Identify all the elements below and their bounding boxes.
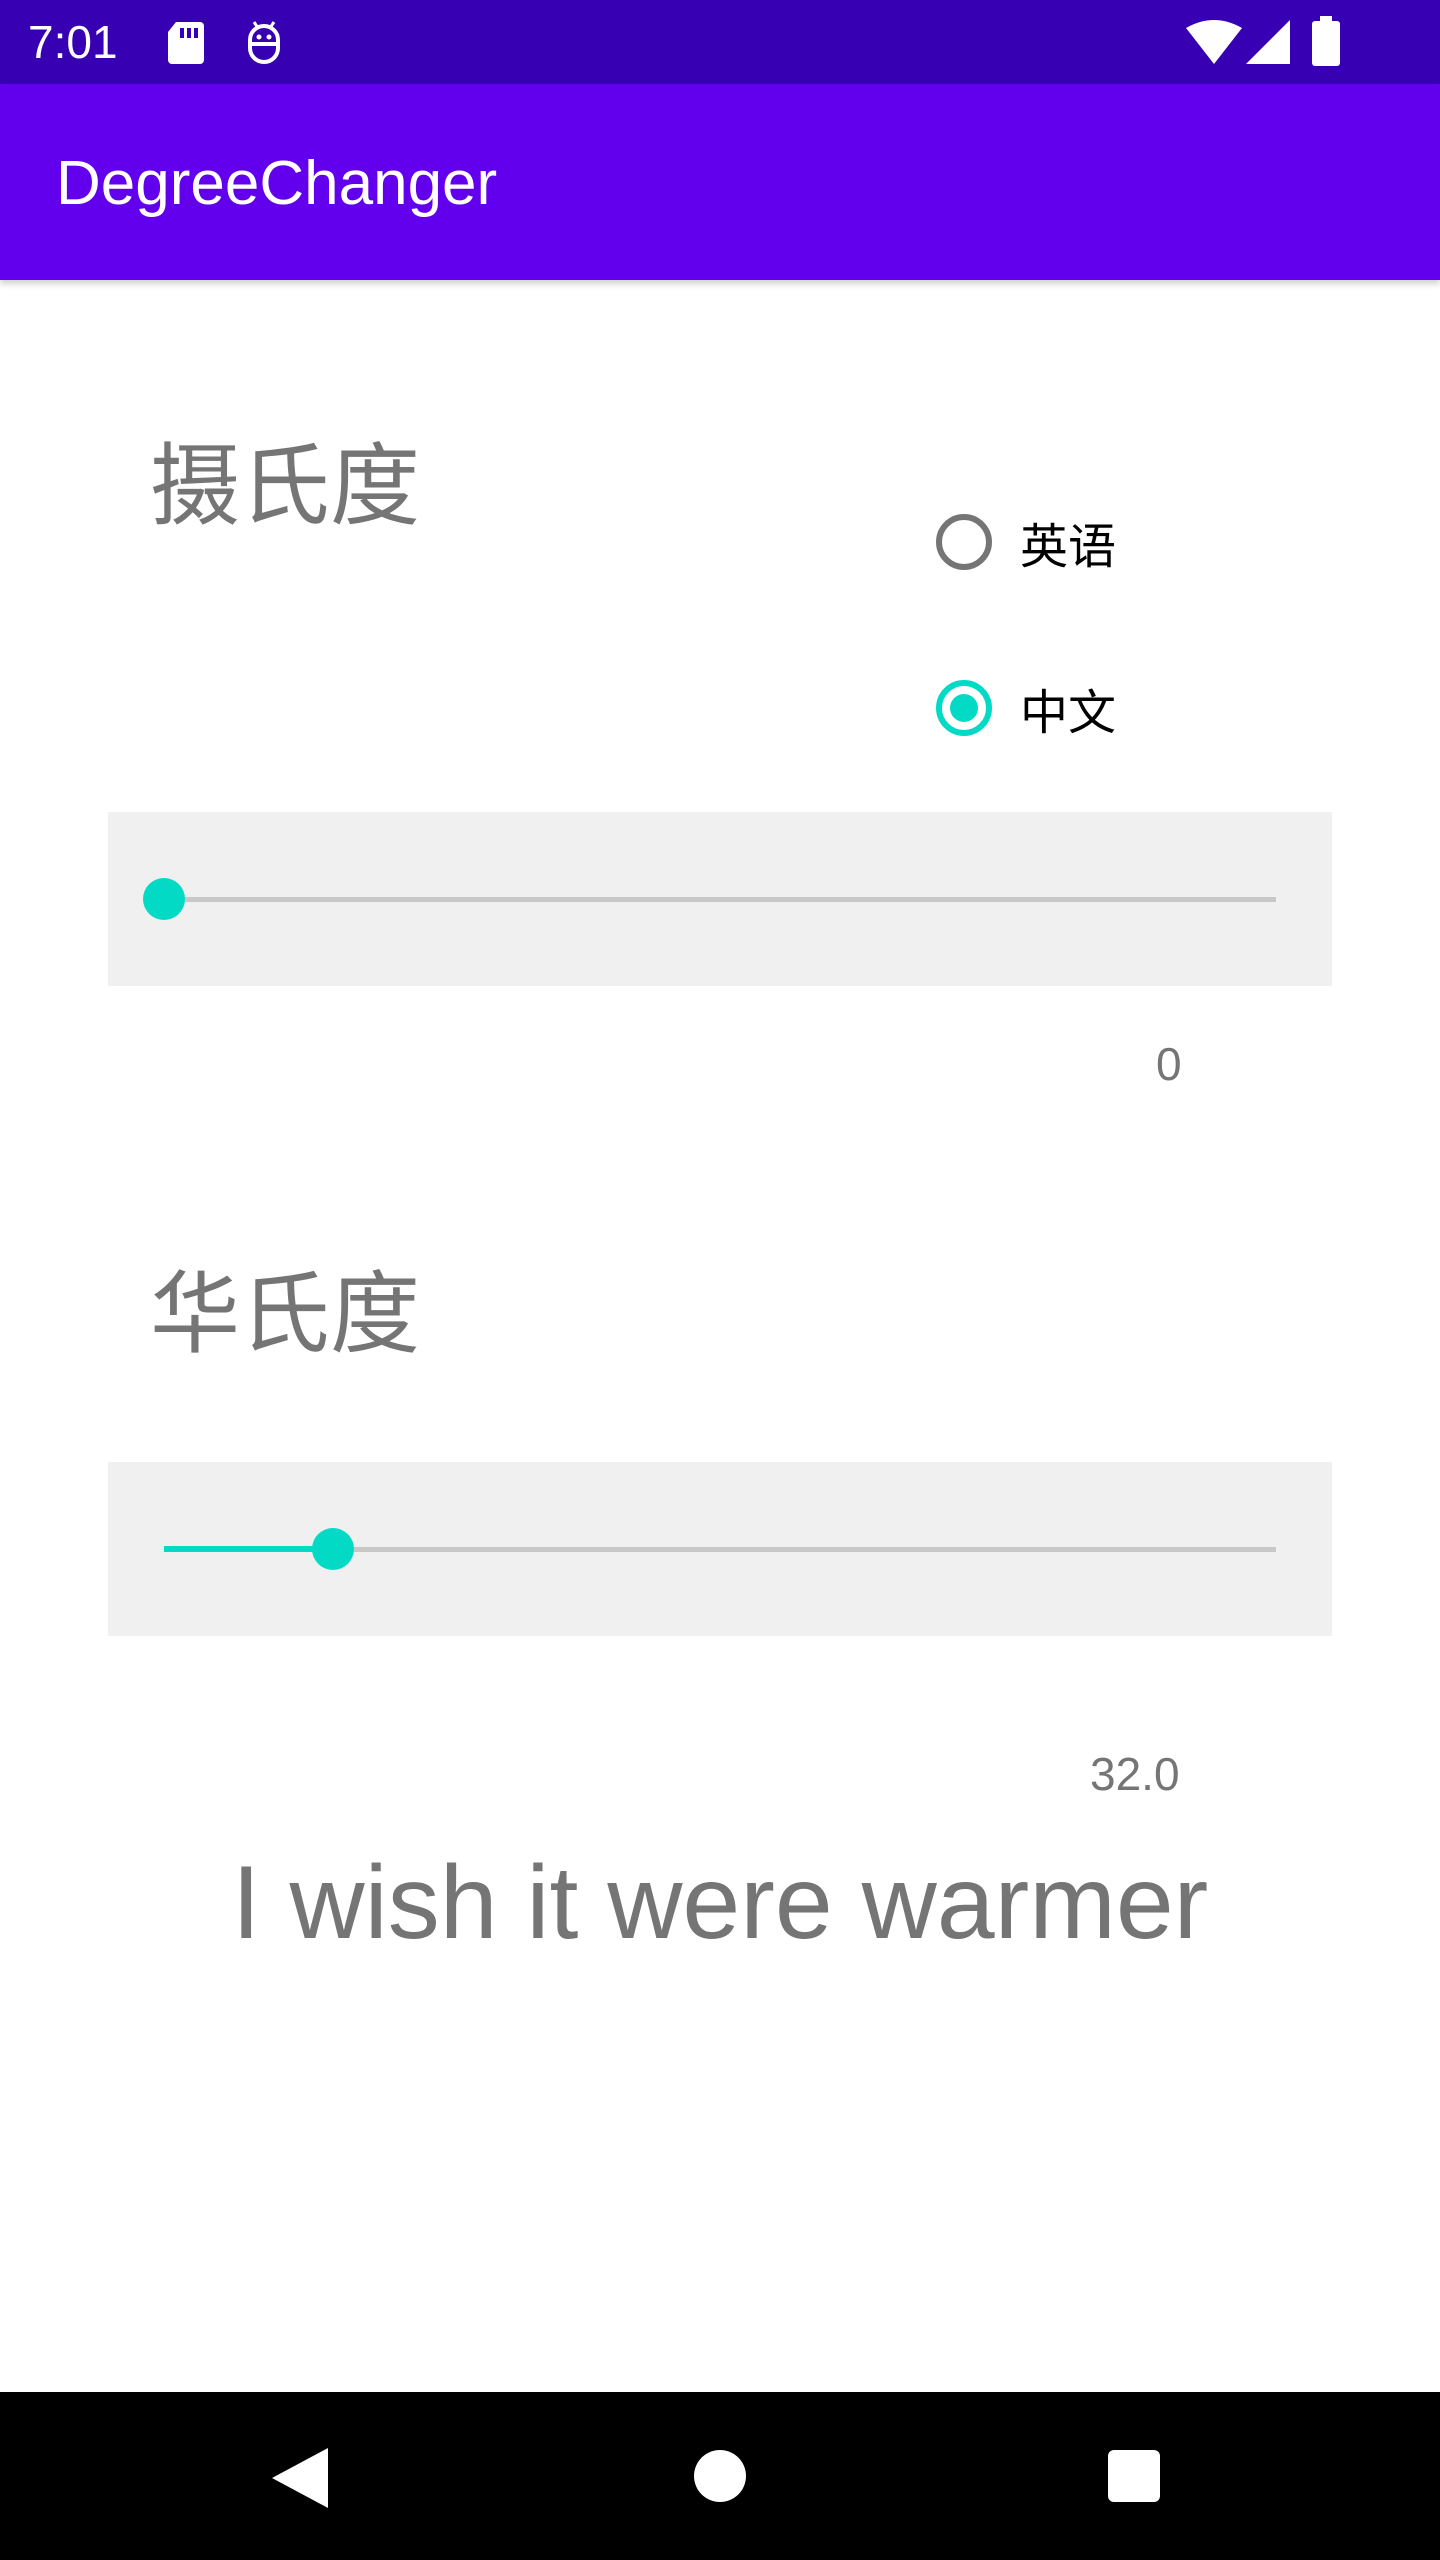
radio-english-label: 英语 — [1020, 519, 1117, 575]
radio-english-button[interactable] — [936, 514, 992, 570]
celsius-slider[interactable] — [108, 812, 1332, 986]
signal-icon — [1246, 20, 1290, 64]
home-icon[interactable] — [694, 2450, 746, 2502]
fahrenheit-slider-track[interactable] — [164, 1528, 1276, 1570]
fahrenheit-slider[interactable] — [108, 1462, 1332, 1636]
celsius-heading: 摄氏度 — [150, 434, 420, 539]
fahrenheit-slider-fill — [164, 1546, 334, 1552]
celsius-slider-thumb[interactable] — [143, 878, 185, 920]
battery-icon — [1312, 16, 1340, 66]
app-title: DegreeChanger — [56, 149, 498, 218]
recents-icon[interactable] — [1108, 2450, 1160, 2502]
celsius-value: 0 — [1156, 1038, 1182, 1090]
wifi-icon — [1186, 20, 1242, 64]
navigation-bar — [0, 2392, 1440, 2560]
fahrenheit-slider-thumb[interactable] — [312, 1528, 355, 1570]
android-debug-icon — [248, 21, 280, 64]
radio-chinese-button[interactable] — [936, 680, 992, 736]
fahrenheit-value: 32.0 — [1090, 1748, 1180, 1800]
back-icon[interactable] — [272, 2448, 328, 2508]
radio-chinese[interactable]: 中文 — [936, 668, 1116, 748]
radio-chinese-label: 中文 — [1020, 685, 1117, 741]
status-time: 7:01 — [28, 16, 118, 68]
fahrenheit-heading: 华氏度 — [150, 1262, 420, 1367]
celsius-slider-track[interactable] — [143, 878, 1276, 920]
radio-english[interactable]: 英语 — [936, 502, 1116, 582]
app-bar: DegreeChanger — [0, 84, 1440, 280]
temperature-message: I wish it were warmer — [231, 1845, 1209, 1961]
sd-card-icon — [168, 22, 204, 64]
status-bar: 7:01 — [0, 0, 1440, 84]
